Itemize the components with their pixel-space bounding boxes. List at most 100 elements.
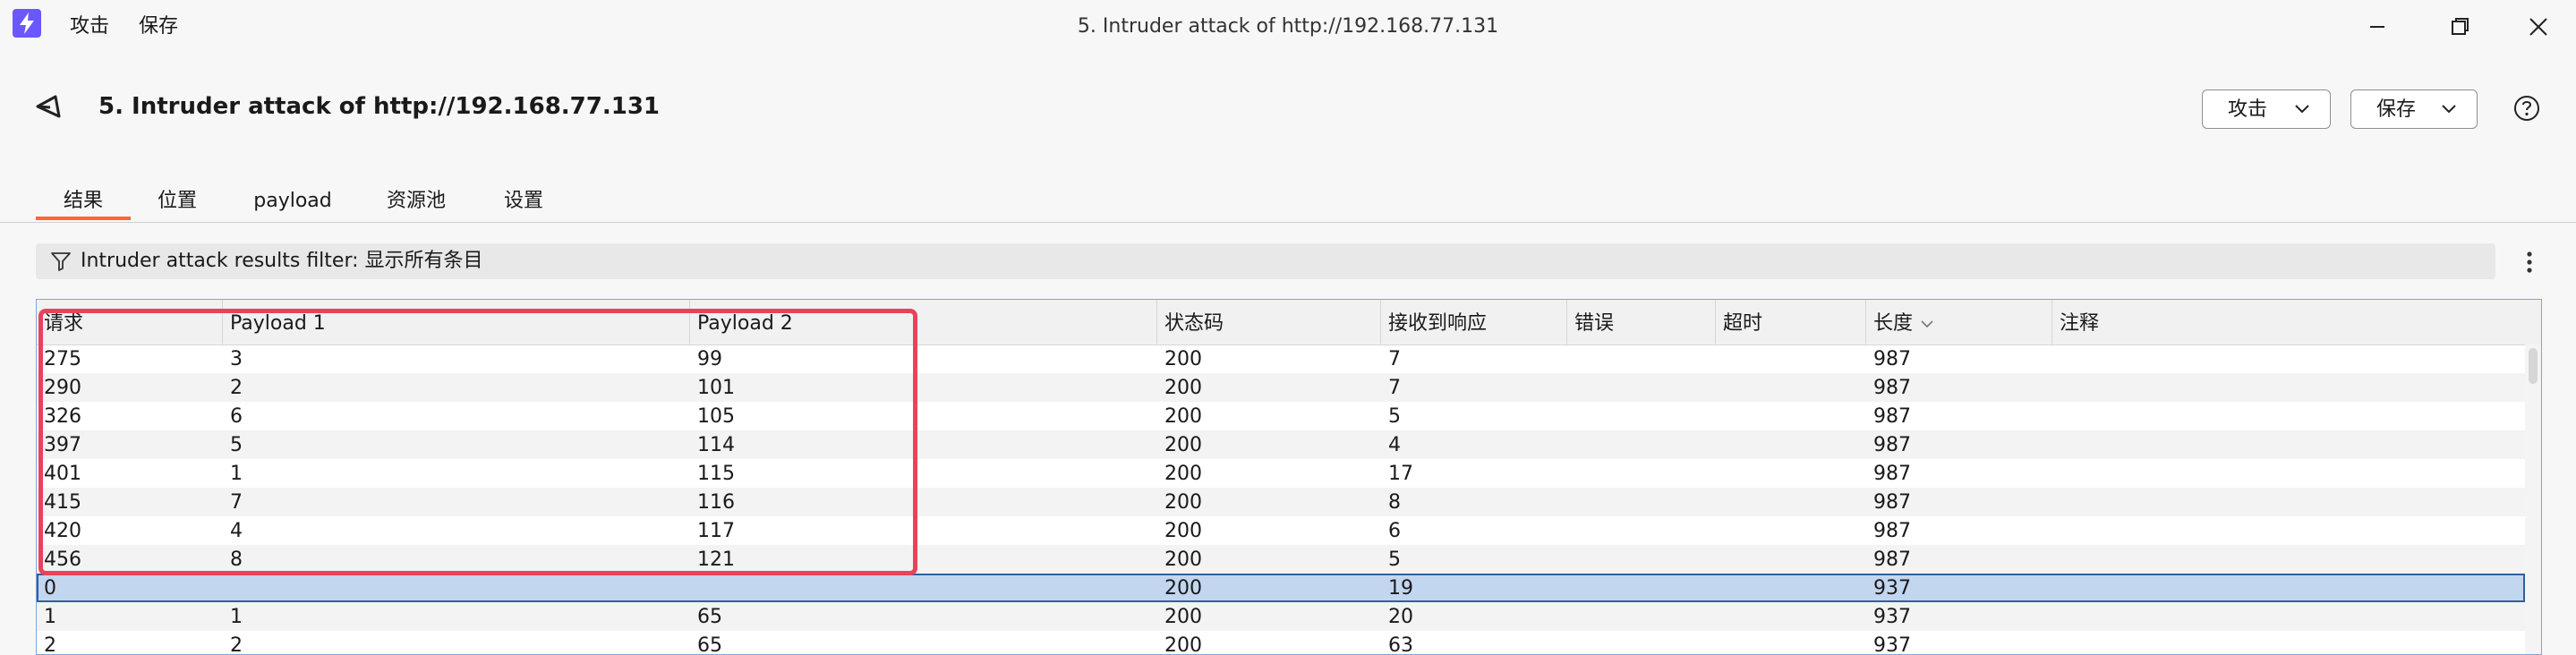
table-cell — [2052, 574, 2525, 602]
table-cell: 200 — [1164, 577, 1202, 600]
table-cell: 1 — [44, 606, 56, 628]
table-cell — [1716, 516, 1866, 545]
table-cell — [2052, 345, 2525, 373]
table-cell: 65 — [697, 634, 722, 655]
column-header-timeout[interactable]: 超时 — [1716, 300, 1866, 345]
table-cell: 2 — [230, 634, 243, 655]
table-row[interactable]: 1 1 65 200 20 937 — [37, 602, 2525, 631]
menu-attack[interactable]: 攻击 — [70, 13, 109, 41]
table-cell: 200 — [1164, 463, 1202, 485]
vertical-scrollbar[interactable] — [2525, 345, 2541, 654]
table-cell: 200 — [1164, 377, 1202, 399]
table-cell: 1 — [230, 606, 243, 628]
restore-button[interactable] — [2442, 11, 2478, 43]
table-cell — [1567, 459, 1716, 488]
table-cell: 7 — [1388, 377, 1401, 399]
table-cell: 987 — [1873, 549, 1911, 571]
table-cell: 937 — [1873, 606, 1911, 628]
tab-settings[interactable]: 设置 — [492, 186, 555, 218]
table-cell — [2052, 430, 2525, 459]
table-cell: 987 — [1873, 405, 1911, 428]
table-cell — [2052, 545, 2525, 574]
table-cell — [1716, 602, 1866, 631]
tab-payload[interactable]: payload — [243, 186, 342, 218]
table-cell — [2052, 602, 2525, 631]
table-cell — [1567, 516, 1716, 545]
filter-text: Intruder attack results filter: 显示所有条目 — [81, 250, 483, 272]
table-cell — [1716, 373, 1866, 402]
restore-icon — [2452, 18, 2469, 35]
chevron-down-icon — [2442, 105, 2456, 114]
table-cell — [223, 574, 690, 602]
table-cell: 200 — [1164, 348, 1202, 370]
table-cell: 65 — [697, 606, 722, 628]
table-cell: 0 — [44, 577, 56, 600]
table-cell: 5 — [1388, 549, 1401, 571]
tab-results[interactable]: 结果 — [36, 186, 131, 218]
table-cell: 5 — [1388, 405, 1401, 428]
table-cell — [1716, 574, 1866, 602]
table-cell — [1716, 488, 1866, 516]
more-options-icon[interactable] — [2521, 249, 2538, 276]
chevron-down-icon — [2295, 105, 2309, 114]
table-cell — [2052, 488, 2525, 516]
active-tab-indicator — [36, 217, 131, 220]
table-cell — [1716, 345, 1866, 373]
table-cell: 200 — [1164, 634, 1202, 655]
table-cell: 987 — [1873, 520, 1911, 542]
table-cell — [1567, 574, 1716, 602]
table-cell — [1567, 545, 1716, 574]
table-cell: 987 — [1873, 348, 1911, 370]
burp-logo-icon — [13, 9, 41, 38]
window-titlebar: 攻击 保存 5. Intruder attack of http://192.1… — [0, 0, 2576, 55]
table-cell — [1567, 430, 1716, 459]
table-cell — [1567, 345, 1716, 373]
column-header-comment[interactable]: 注释 — [2052, 300, 2525, 345]
column-header-status[interactable]: 状态码 — [1157, 300, 1381, 345]
attack-button[interactable]: 攻击 — [2202, 89, 2331, 129]
table-cell: 7 — [1388, 348, 1401, 370]
table-cell — [1716, 631, 1866, 654]
table-cell — [1567, 602, 1716, 631]
table-row[interactable]: 0 200 19 937 — [37, 574, 2525, 602]
table-cell: 200 — [1164, 491, 1202, 514]
table-cell: 200 — [1164, 520, 1202, 542]
window-title: 5. Intruder attack of http://192.168.77.… — [1077, 15, 1499, 38]
table-cell: 937 — [1873, 634, 1911, 655]
table-cell: 6 — [1388, 520, 1401, 542]
table-cell: 20 — [1388, 606, 1413, 628]
sort-descending-icon — [1921, 320, 1933, 328]
scrollbar-thumb[interactable] — [2529, 348, 2538, 384]
help-icon[interactable] — [2513, 95, 2540, 122]
tab-resource-pool[interactable]: 资源池 — [376, 186, 456, 218]
table-cell: 200 — [1164, 405, 1202, 428]
table-cell: 200 — [1164, 606, 1202, 628]
table-cell — [2052, 459, 2525, 488]
table-cell — [2052, 373, 2525, 402]
tab-divider — [0, 222, 2576, 223]
menu-save[interactable]: 保存 — [139, 13, 178, 41]
table-cell: 937 — [1873, 577, 1911, 600]
back-icon[interactable] — [32, 89, 66, 123]
table-cell — [2052, 631, 2525, 654]
table-cell: 8 — [1388, 491, 1401, 514]
table-cell — [1716, 430, 1866, 459]
column-header-error[interactable]: 错误 — [1567, 300, 1716, 345]
results-filter-bar[interactable]: Intruder attack results filter: 显示所有条目 — [36, 243, 2495, 279]
tab-positions[interactable]: 位置 — [143, 186, 211, 218]
minimize-button[interactable] — [2359, 11, 2395, 43]
table-row[interactable]: 2 2 65 200 63 937 — [37, 631, 2525, 655]
page-title: 5. Intruder attack of http://192.168.77.… — [98, 93, 661, 120]
table-cell: 987 — [1873, 463, 1911, 485]
save-button[interactable]: 保存 — [2350, 89, 2478, 129]
table-cell: 17 — [1388, 463, 1413, 485]
column-header-response-received[interactable]: 接收到响应 — [1381, 300, 1567, 345]
close-button[interactable] — [2521, 11, 2556, 43]
table-cell — [1716, 545, 1866, 574]
column-header-length[interactable]: 长度 — [1866, 300, 2052, 345]
table-cell — [2052, 516, 2525, 545]
table-cell: 200 — [1164, 434, 1202, 456]
table-cell — [690, 574, 1157, 602]
table-cell: 63 — [1388, 634, 1413, 655]
filter-icon — [51, 252, 71, 271]
